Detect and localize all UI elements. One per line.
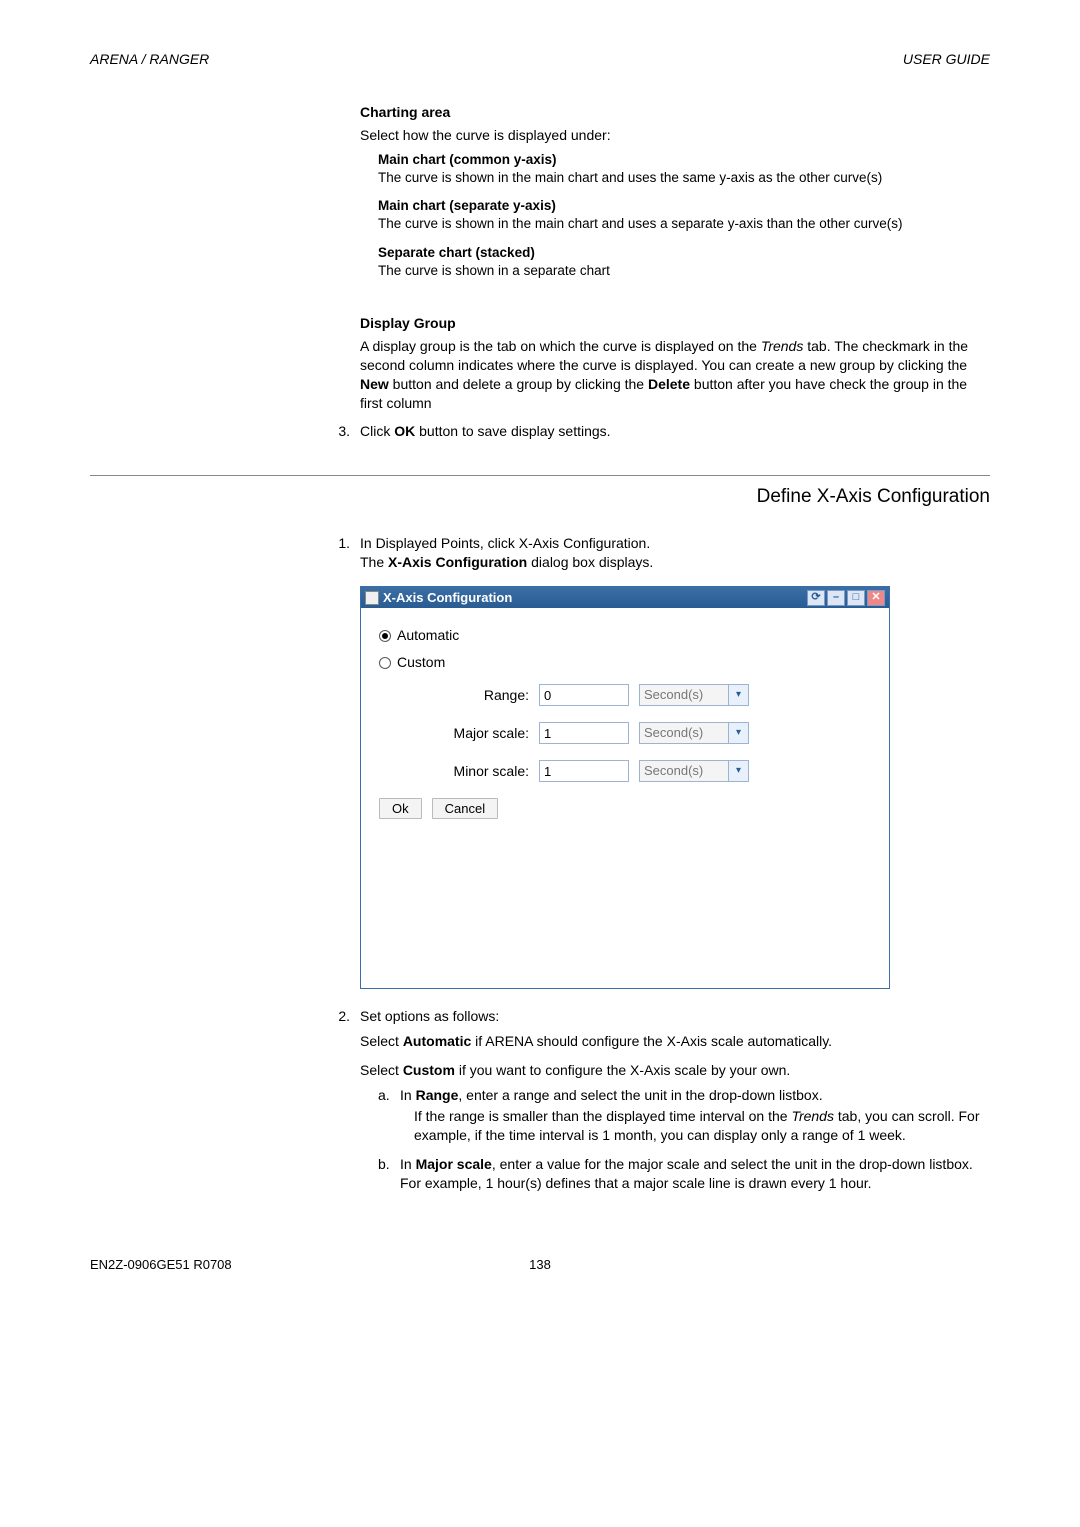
charting-option: Separate chart (stacked) The curve is sh… <box>378 244 990 280</box>
ok-button[interactable]: Ok <box>379 798 422 819</box>
minimize-button[interactable]: – <box>827 590 845 606</box>
display-group-title: Display Group <box>360 314 990 333</box>
substep-b: b. In Major scale, enter a value for the… <box>378 1155 990 1193</box>
minor-unit-select[interactable]: Second(s) <box>639 760 729 782</box>
range-unit-select[interactable]: Second(s) <box>639 684 729 706</box>
cancel-button[interactable]: Cancel <box>432 798 498 819</box>
major-input[interactable] <box>539 722 629 744</box>
step-2: 2. Set options as follows: Select Automa… <box>324 1007 990 1202</box>
radio-automatic[interactable]: Automatic <box>379 626 871 645</box>
opt-desc: The curve is shown in the main chart and… <box>378 215 990 233</box>
step-num: 3. <box>324 422 360 441</box>
substep-a: a. In Range, enter a range and select th… <box>378 1086 990 1145</box>
minor-row: Minor scale: Second(s) ▾ <box>435 760 871 782</box>
range-row: Range: Second(s) ▾ <box>435 684 871 706</box>
chevron-down-icon[interactable]: ▾ <box>729 684 749 706</box>
dialog-titlebar: X-Axis Configuration ⟳ – □ ✕ <box>361 587 889 609</box>
page-header: ARENA / RANGER USER GUIDE <box>90 50 990 69</box>
opt-title: Main chart (common y-axis) <box>378 151 990 169</box>
chevron-down-icon[interactable]: ▾ <box>729 722 749 744</box>
xaxis-config-dialog: X-Axis Configuration ⟳ – □ ✕ Automatic <box>360 586 890 990</box>
close-button[interactable]: ✕ <box>867 590 885 606</box>
major-label: Major scale: <box>435 724 539 743</box>
minor-input[interactable] <box>539 760 629 782</box>
charting-option: Main chart (common y-axis) The curve is … <box>378 151 990 187</box>
charting-intro: Select how the curve is displayed under: <box>360 126 990 145</box>
opt-desc: The curve is shown in a separate chart <box>378 262 990 280</box>
opt-desc: The curve is shown in the main chart and… <box>378 169 990 187</box>
step-3: 3. Click OK button to save display setti… <box>324 422 990 441</box>
page-number: 138 <box>529 1256 551 1274</box>
page-footer: EN2Z-0906GE51 R0708 138 <box>90 1256 990 1274</box>
display-group-para: A display group is the tab on which the … <box>360 337 990 413</box>
range-input[interactable] <box>539 684 629 706</box>
opt-title: Main chart (separate y-axis) <box>378 197 990 215</box>
app-icon <box>365 591 379 605</box>
minor-label: Minor scale: <box>435 762 539 781</box>
radio-icon <box>379 630 391 642</box>
maximize-button[interactable]: □ <box>847 590 865 606</box>
major-unit-select[interactable]: Second(s) <box>639 722 729 744</box>
radio-icon <box>379 657 391 669</box>
section-heading: Define X-Axis Configuration <box>360 484 990 510</box>
step-1: 1. In Displayed Points, click X-Axis Con… <box>324 534 990 989</box>
major-row: Major scale: Second(s) ▾ <box>435 722 871 744</box>
charting-area-title: Charting area <box>360 103 990 122</box>
step-num: 1. <box>324 534 360 989</box>
range-label: Range: <box>435 686 539 705</box>
step-num: 2. <box>324 1007 360 1202</box>
step-body: Set options as follows: Select Automatic… <box>360 1007 990 1202</box>
step-body: Click OK button to save display settings… <box>360 422 990 441</box>
header-left: ARENA / RANGER <box>90 50 209 69</box>
radio-custom[interactable]: Custom <box>379 653 871 672</box>
refresh-icon[interactable]: ⟳ <box>807 590 825 606</box>
footer-doc-id: EN2Z-0906GE51 R0708 <box>90 1256 232 1274</box>
header-right: USER GUIDE <box>903 50 990 69</box>
charting-option: Main chart (separate y-axis) The curve i… <box>378 197 990 233</box>
dialog-title: X-Axis Configuration <box>383 589 512 607</box>
opt-title: Separate chart (stacked) <box>378 244 990 262</box>
section-divider <box>90 475 990 476</box>
step-body: In Displayed Points, click X-Axis Config… <box>360 534 990 989</box>
chevron-down-icon[interactable]: ▾ <box>729 760 749 782</box>
